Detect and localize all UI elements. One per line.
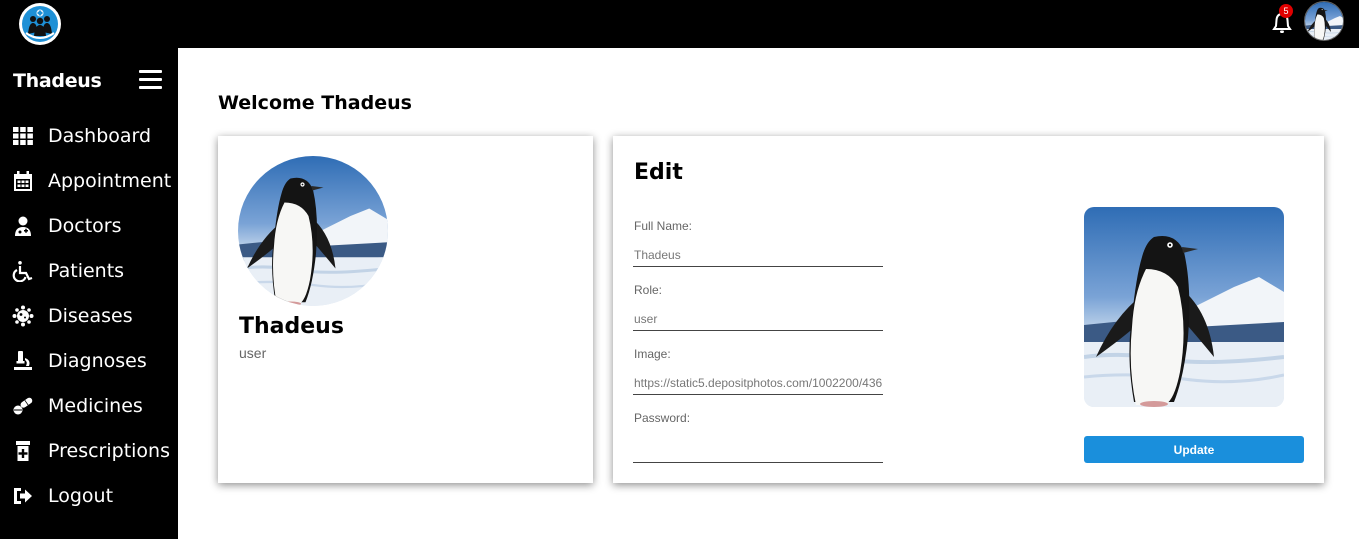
sidebar-item-prescriptions[interactable]: Prescriptions — [0, 431, 178, 471]
sidebar-item-logout[interactable]: Logout — [0, 476, 178, 516]
wheelchair-icon — [12, 260, 34, 282]
sidebar-item-label: Diagnoses — [48, 350, 147, 372]
role-label: Role: — [634, 283, 663, 297]
image-url-input[interactable] — [633, 371, 883, 395]
virus-icon — [12, 305, 34, 327]
logo-icon — [22, 6, 58, 42]
page-title: Welcome Thadeus — [218, 92, 412, 114]
edit-title: Edit — [634, 160, 683, 185]
sidebar-item-diagnoses[interactable]: Diagnoses — [0, 341, 178, 381]
password-input[interactable] — [633, 439, 883, 463]
grid-icon — [12, 125, 34, 147]
sidebar-item-doctors[interactable]: Doctors — [0, 206, 178, 246]
user-avatar[interactable] — [1304, 1, 1344, 41]
logout-icon — [12, 485, 34, 507]
notification-badge: 5 — [1279, 4, 1293, 18]
sidebar-item-label: Logout — [48, 485, 114, 507]
full-name-input[interactable] — [633, 243, 883, 267]
prescription-bottle-icon — [12, 440, 34, 462]
medical-group-logo[interactable] — [19, 3, 61, 45]
profile-card: Thadeus user — [218, 136, 593, 483]
sidebar-item-patients[interactable]: Patients — [0, 251, 178, 291]
profile-picture — [238, 156, 388, 306]
top-bar: 5 — [0, 0, 1359, 48]
calendar-icon — [12, 170, 34, 192]
password-label: Password: — [634, 411, 691, 425]
full-name-label: Full Name: — [634, 219, 693, 233]
image-preview — [1084, 207, 1284, 407]
sidebar-username: Thadeus — [13, 70, 102, 92]
sidebar-item-label: Prescriptions — [48, 440, 170, 462]
sidebar: Thadeus Dashboard Appointment Doctors Pa… — [0, 48, 178, 539]
sidebar-item-label: Patients — [48, 260, 125, 282]
profile-role: user — [239, 345, 267, 361]
sidebar-item-dashboard[interactable]: Dashboard — [0, 116, 178, 156]
profile-name: Thadeus — [239, 314, 344, 339]
sidebar-item-label: Medicines — [48, 395, 143, 417]
sidebar-item-appointment[interactable]: Appointment — [0, 161, 178, 201]
edit-card: Edit Full Name: Role: Image: Password: U… — [613, 136, 1324, 483]
role-input[interactable] — [633, 307, 883, 331]
image-label: Image: — [634, 347, 671, 361]
update-button[interactable]: Update — [1084, 436, 1304, 463]
pills-icon — [12, 395, 34, 417]
microscope-icon — [12, 350, 34, 372]
sidebar-item-label: Diseases — [48, 305, 133, 327]
sidebar-item-diseases[interactable]: Diseases — [0, 296, 178, 336]
sidebar-item-label: Appointment — [48, 170, 172, 192]
sidebar-item-medicines[interactable]: Medicines — [0, 386, 178, 426]
hamburger-icon[interactable] — [139, 70, 162, 90]
doctor-icon — [12, 215, 34, 237]
sidebar-item-label: Dashboard — [48, 125, 152, 147]
sidebar-item-label: Doctors — [48, 215, 122, 237]
